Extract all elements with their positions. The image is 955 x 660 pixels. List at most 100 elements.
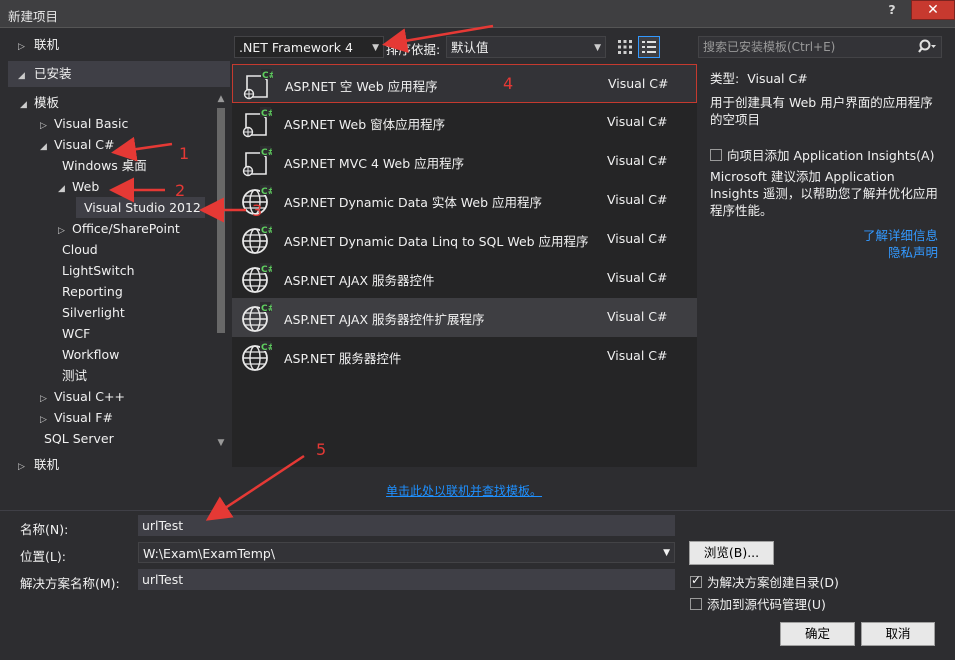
expand-arrow-icon[interactable]: ◢	[20, 95, 34, 116]
tree-item[interactable]: ◢ Web	[58, 176, 99, 197]
template-language: Visual C#	[607, 153, 668, 168]
tree-item-label: 测试	[62, 368, 88, 383]
tree-item[interactable]: ▷ Visual C++	[40, 386, 125, 407]
template-info-panel: 类型: Visual C# 用于创建具有 Web 用户界面的应用程序的空项目 向…	[710, 70, 938, 261]
tree-item-label: Windows 桌面	[62, 158, 147, 173]
tree-item[interactable]: ◢ Visual C#	[40, 134, 115, 155]
template-row[interactable]: C# ASP.NET 服务器控件 Visual C#	[232, 337, 697, 376]
template-toolbar: .NET Framework 4 ▼ 排序依据: 默认值 ▼	[232, 36, 662, 58]
template-name: ASP.NET 空 Web 应用程序	[285, 79, 438, 94]
chevron-down-icon: ▼	[594, 43, 601, 53]
template-name: ASP.NET Web 窗体应用程序	[284, 117, 446, 132]
svg-text:C#: C#	[261, 187, 272, 197]
expand-arrow-icon: ▷	[18, 462, 25, 472]
learn-more-link[interactable]: 了解详细信息	[710, 227, 938, 244]
close-button[interactable]: ✕	[911, 0, 955, 20]
template-language: Visual C#	[607, 231, 668, 246]
annotation-label-2: 2	[175, 181, 186, 200]
search-icon[interactable]	[917, 38, 937, 56]
globe-project-icon: C#	[242, 263, 272, 293]
tree-item[interactable]: WCF	[58, 323, 90, 344]
tree-item[interactable]: Visual Studio 2012	[76, 197, 205, 218]
checkbox-checked-icon[interactable]	[690, 573, 702, 588]
svg-text:C#: C#	[261, 109, 272, 119]
template-name: ASP.NET Dynamic Data 实体 Web 应用程序	[284, 195, 543, 210]
tree-item-label: Office/SharePoint	[72, 221, 180, 236]
chevron-down-icon[interactable]: ▼	[663, 543, 670, 564]
section-installed[interactable]: ◢ 已安装	[8, 61, 230, 87]
tree-item-label: Visual Basic	[54, 116, 129, 131]
details-view-icon[interactable]	[638, 36, 660, 58]
insights-checkbox[interactable]: 向项目添加 Application Insights(A)	[710, 147, 938, 164]
tree-item[interactable]: 测试	[58, 365, 87, 386]
find-online-templates-link[interactable]: 单击此处以联机并查找模板。	[386, 482, 542, 499]
svg-text:C#: C#	[261, 304, 272, 314]
help-button[interactable]: ?	[877, 0, 907, 20]
tree-item[interactable]: Reporting	[58, 281, 123, 302]
ok-button[interactable]: 确定	[780, 622, 855, 646]
template-language: Visual C#	[607, 270, 668, 285]
tree-scrollbar[interactable]: ▲ ▼	[214, 92, 228, 450]
template-language: Visual C#	[607, 192, 668, 207]
scroll-up-icon[interactable]: ▲	[214, 92, 228, 106]
cancel-button[interactable]: 取消	[861, 622, 935, 646]
add-source-control-checkbox[interactable]: 添加到源代码管理(U)	[690, 594, 826, 613]
annotation-label-3: 3	[252, 201, 263, 220]
tree-item[interactable]: ▷ Visual Basic	[40, 113, 128, 134]
template-row[interactable]: C# ASP.NET AJAX 服务器控件 Visual C#	[232, 259, 697, 298]
checkbox-icon[interactable]	[690, 598, 702, 610]
tree-item[interactable]: Windows 桌面	[58, 155, 147, 176]
tree-item[interactable]: LightSwitch	[58, 260, 135, 281]
template-row[interactable]: C# ASP.NET MVC 4 Web 应用程序 Visual C#	[232, 142, 697, 181]
collapse-arrow-icon: ◢	[18, 71, 25, 81]
svg-text:C#: C#	[262, 71, 273, 81]
template-category-panel: ▷ 联机 ◢ 已安装 ◢ 模板 ▷ Visual Basic ◢ Visual C# Win…	[8, 30, 230, 510]
section-online-top[interactable]: ▷ 联机	[8, 32, 230, 58]
tree-item-label: Workflow	[62, 347, 120, 362]
svg-text:C#: C#	[261, 265, 272, 275]
template-row[interactable]: C# ASP.NET Dynamic Data 实体 Web 应用程序 Visual…	[232, 181, 697, 220]
annotation-label-5: 5	[316, 440, 327, 459]
template-language: Visual C#	[608, 76, 669, 91]
search-templates-input[interactable]: 搜索已安装模板(Ctrl+E)	[698, 36, 942, 58]
privacy-link[interactable]: 隐私声明	[710, 244, 938, 261]
web-project-icon: C#	[242, 146, 272, 177]
template-row[interactable]: C# ASP.NET Dynamic Data Linq to SQL Web 应…	[232, 220, 697, 259]
tree-item[interactable]: ◢ 模板	[20, 92, 59, 113]
tree-item-label: LightSwitch	[62, 263, 135, 278]
section-online-bottom[interactable]: ▷ 联机	[8, 452, 230, 478]
tree-item[interactable]: SQL Server	[40, 428, 114, 444]
template-language: Visual C#	[607, 114, 668, 129]
tree-item[interactable]: Workflow	[58, 344, 119, 365]
expand-arrow-icon[interactable]: ◢	[40, 137, 54, 158]
svg-text:C#: C#	[261, 148, 272, 158]
tree-item[interactable]: Cloud	[58, 239, 98, 260]
template-language: Visual C#	[607, 309, 668, 324]
create-directory-checkbox[interactable]: 为解决方案创建目录(D)	[690, 572, 839, 591]
tree-item[interactable]: ▷ Visual F#	[40, 407, 113, 428]
scroll-down-icon[interactable]: ▼	[214, 436, 228, 450]
project-name-input[interactable]: urlTest	[138, 515, 675, 536]
checkbox-icon[interactable]	[710, 149, 722, 161]
tree-item[interactable]: ▷ Office/SharePoint	[58, 218, 180, 239]
globe-project-icon: C#	[242, 341, 272, 371]
template-row[interactable]: C# ASP.NET AJAX 服务器控件扩展程序 Visual C#	[232, 298, 697, 337]
template-row[interactable]: C# ASP.NET 空 Web 应用程序 Visual C#	[232, 64, 697, 103]
template-row[interactable]: C# ASP.NET Web 窗体应用程序 Visual C#	[232, 103, 697, 142]
tree-item-label: WCF	[62, 326, 91, 341]
small-icons-view-icon[interactable]	[615, 37, 635, 57]
sort-dropdown[interactable]: 默认值 ▼	[446, 36, 606, 58]
framework-dropdown[interactable]: .NET Framework 4 ▼	[234, 36, 384, 58]
svg-text:C#: C#	[261, 226, 272, 236]
template-language: Visual C#	[607, 348, 668, 363]
insights-description: Microsoft 建议添加 Application Insights 遥测，以…	[710, 169, 938, 218]
location-combo[interactable]: W:\Exam\ExamTemp\ ▼	[138, 542, 675, 563]
browse-button[interactable]: 浏览(B)...	[689, 541, 774, 565]
solution-name-label: 解决方案名称(M):	[20, 576, 120, 591]
solution-name-input[interactable]: urlTest	[138, 569, 675, 590]
tree-item-label: Visual C#	[54, 137, 115, 152]
scroll-thumb[interactable]	[217, 108, 225, 333]
tree-item[interactable]: Silverlight	[58, 302, 125, 323]
annotation-label-1: 1	[179, 144, 190, 163]
expand-arrow-icon[interactable]: ◢	[58, 179, 72, 200]
